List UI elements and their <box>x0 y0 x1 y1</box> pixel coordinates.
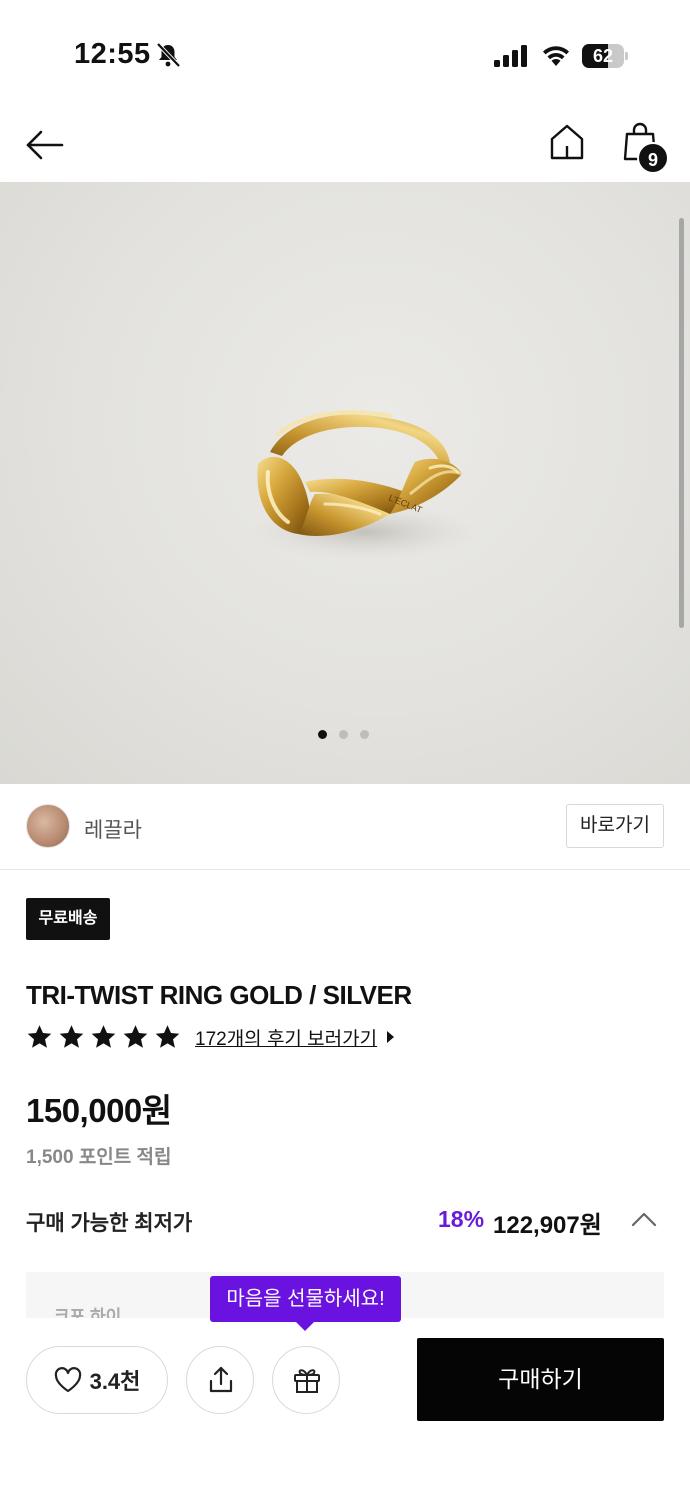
carousel-dot[interactable] <box>339 730 348 739</box>
chevron-up-icon[interactable] <box>630 1208 658 1230</box>
battery-indicator: 62 <box>582 44 628 68</box>
carousel-dots <box>318 730 369 740</box>
gift-tooltip[interactable]: 마음을 선물하세요! <box>210 1276 401 1322</box>
status-time: 12:55 <box>74 38 151 70</box>
product-image-carousel[interactable]: L'ECLAT <box>0 182 690 784</box>
wifi-icon <box>543 46 569 66</box>
buy-button[interactable]: 구매하기 <box>417 1338 664 1421</box>
share-button[interactable] <box>186 1346 254 1414</box>
scroll-indicator <box>679 218 684 628</box>
star-icon <box>59 1025 84 1048</box>
rating-row: 172개의 후기 보러가기 <box>26 1022 395 1052</box>
review-link[interactable]: 172개의 후기 보러가기 <box>195 1024 377 1051</box>
bell-muted-icon <box>156 42 181 68</box>
brand-row: 레끌라 바로가기 <box>0 784 690 870</box>
battery-level: 62 <box>592 46 614 66</box>
brand-name[interactable]: 레끌라 <box>84 814 142 844</box>
star-icon <box>27 1025 52 1048</box>
home-icon[interactable] <box>548 122 586 162</box>
reward-points: 1,500 포인트 적립 <box>26 1147 172 1168</box>
lowest-price-label: 구매 가능한 최저가 <box>26 1212 193 1235</box>
free-shipping-badge: 무료배송 <box>26 898 110 940</box>
star-icon <box>155 1025 180 1048</box>
like-button[interactable]: 3.4천 <box>26 1346 168 1414</box>
share-icon <box>209 1366 233 1393</box>
product-ring-image: L'ECLAT <box>250 410 480 560</box>
caret-right-icon[interactable] <box>387 1031 395 1043</box>
brand-avatar[interactable] <box>26 804 70 848</box>
nav-bar: 9 <box>0 110 690 182</box>
lowest-price-value: 122,907원 <box>493 1212 602 1239</box>
star-icon <box>123 1025 148 1048</box>
heart-icon <box>54 1367 81 1393</box>
carousel-dot[interactable] <box>360 730 369 739</box>
rating-stars <box>26 1024 181 1050</box>
carousel-dot[interactable] <box>318 730 327 739</box>
cellular-signal-icon <box>494 45 527 67</box>
star-icon <box>91 1025 116 1048</box>
bottom-action-bar: 3.4천 구매하기 <box>0 1318 690 1500</box>
status-bar: 12:55 62 <box>0 0 690 110</box>
lowest-price-discount: 18% <box>438 1206 485 1232</box>
gift-button[interactable] <box>272 1346 340 1414</box>
coupon-discount-label: 크포 하이 <box>54 1307 122 1318</box>
product-price: 150,000원 <box>26 1092 172 1129</box>
like-count: 3.4천 <box>89 1369 141 1394</box>
cart-count-badge: 9 <box>637 142 669 174</box>
back-arrow-icon[interactable] <box>24 124 66 166</box>
tooltip-arrow <box>295 1321 315 1331</box>
gift-icon <box>294 1369 320 1393</box>
brand-shortcut-button[interactable]: 바로가기 <box>566 804 664 848</box>
product-title: TRI-TWIST RING GOLD / SILVER <box>26 980 412 1010</box>
